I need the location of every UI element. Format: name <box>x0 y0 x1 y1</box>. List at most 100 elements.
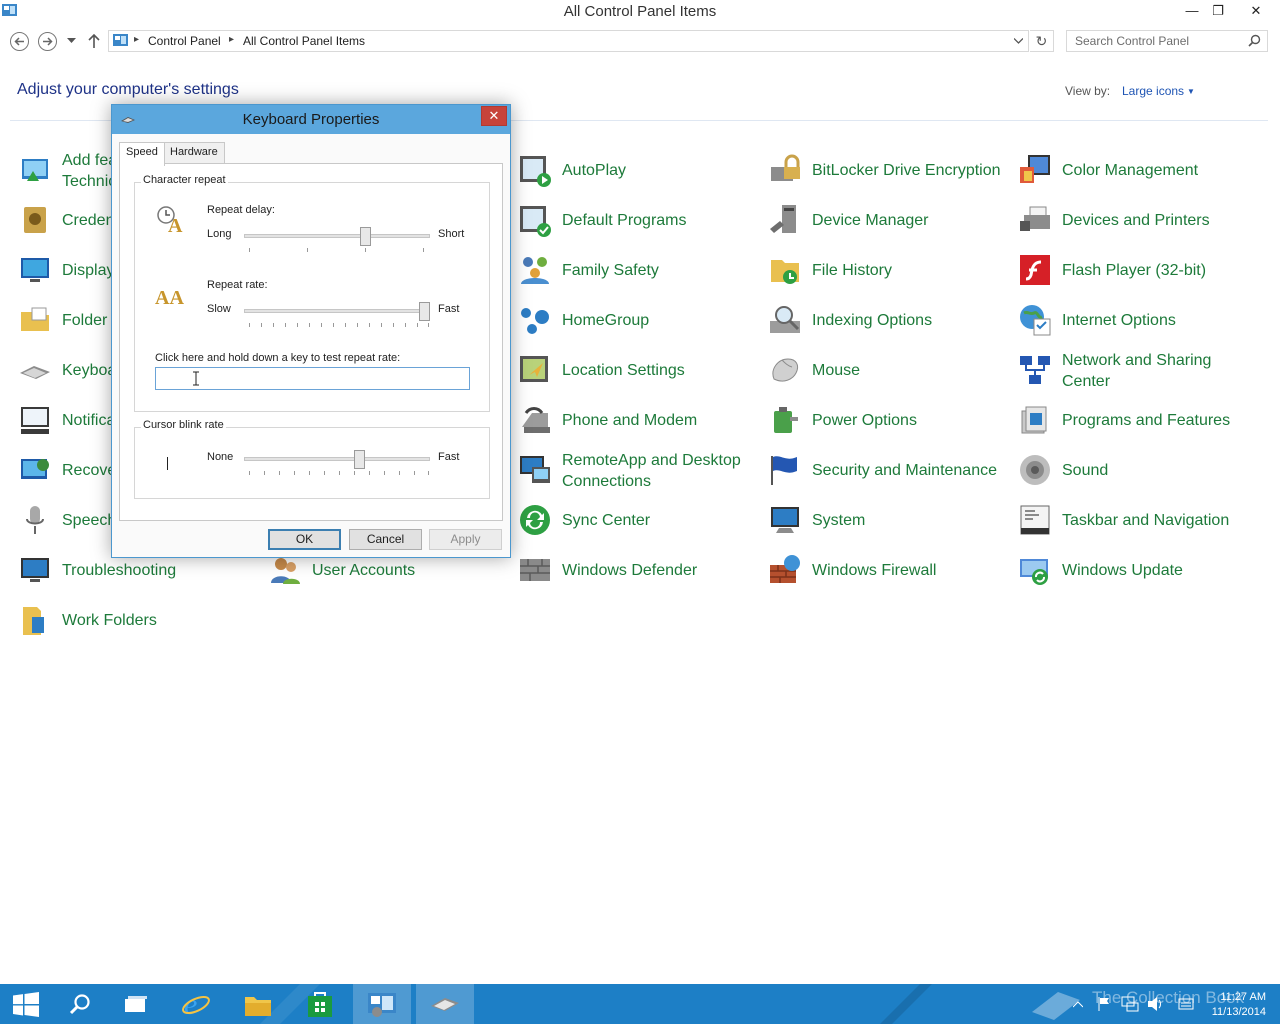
cp-item-label[interactable]: Color Management <box>1062 160 1198 181</box>
cp-item-device-manager[interactable]: Device Manager <box>768 197 1013 243</box>
cp-item-color-management[interactable]: Color Management <box>1018 147 1263 193</box>
search-taskbar-button[interactable] <box>50 984 108 1024</box>
breadcrumb-separator-icon[interactable]: ▸ <box>229 34 234 45</box>
blink-rate-slider-track[interactable] <box>244 457 430 461</box>
cp-item-windows-update[interactable]: Windows Update <box>1018 547 1263 593</box>
store-button[interactable] <box>290 984 348 1024</box>
network-icon[interactable] <box>1121 996 1139 1012</box>
view-mode-value[interactable]: Large icons <box>1122 84 1184 98</box>
tab-label[interactable]: Hardware <box>170 146 218 158</box>
repeat-delay-slider-track[interactable] <box>244 234 430 238</box>
cp-item-label[interactable]: System <box>812 510 865 531</box>
cp-item-label[interactable]: Troubleshooting <box>62 560 176 581</box>
forward-button[interactable] <box>38 32 57 51</box>
cp-item-indexing-options[interactable]: Indexing Options <box>768 297 1013 343</box>
tab-hardware[interactable]: Hardware <box>163 142 225 164</box>
keyboard-properties-taskbar-button[interactable] <box>416 984 474 1024</box>
cp-item-label[interactable]: Keyboa <box>62 360 116 381</box>
chevron-down-icon[interactable]: ▼ <box>1187 87 1195 96</box>
cp-item-network-sharing[interactable]: Network and Sharing Center <box>1018 347 1263 393</box>
cp-item-windows-defender[interactable]: Windows Defender <box>518 547 763 593</box>
ok-button[interactable]: OK <box>268 529 341 550</box>
refresh-button[interactable]: ↻ <box>1030 30 1054 52</box>
cp-item-label[interactable]: Network and Sharing Center <box>1062 350 1252 392</box>
cp-item-label[interactable]: File History <box>812 260 892 281</box>
show-hidden-icons-chevron-icon[interactable] <box>1073 1001 1083 1008</box>
cp-item-label[interactable]: Programs and Features <box>1062 410 1230 431</box>
clock[interactable]: 11:27 AM 11/13/2014 <box>1212 990 1266 1020</box>
cp-item-label[interactable]: AutoPlay <box>562 160 626 181</box>
cp-item-label[interactable]: Family Safety <box>562 260 659 281</box>
back-button[interactable] <box>10 32 29 51</box>
address-dropdown-chevron-icon[interactable] <box>1014 38 1023 44</box>
cp-item-label[interactable]: Work Folders <box>62 610 157 631</box>
cp-item-label[interactable]: Internet Options <box>1062 310 1176 331</box>
cp-item-label[interactable]: Windows Update <box>1062 560 1183 581</box>
repeat-test-input[interactable] <box>155 367 470 390</box>
cancel-button[interactable]: Cancel <box>349 529 422 550</box>
breadcrumb-control-panel[interactable]: Control Panel <box>148 34 221 48</box>
cp-item-label[interactable]: Location Settings <box>562 360 685 381</box>
cp-item-label[interactable]: Display <box>62 260 114 281</box>
cp-item-taskbar-navigation[interactable]: Taskbar and Navigation <box>1018 497 1263 543</box>
view-mode-dropdown[interactable]: Large icons ▼ <box>1122 84 1195 98</box>
cp-item-label[interactable]: Sync Center <box>562 510 650 531</box>
cp-item-label[interactable]: HomeGroup <box>562 310 649 331</box>
clock-date[interactable]: 11/13/2014 <box>1212 1005 1266 1020</box>
cp-item-label[interactable]: Windows Firewall <box>812 560 936 581</box>
cp-item-location-settings[interactable]: Location Settings <box>518 347 763 393</box>
repeat-rate-slider-track[interactable] <box>244 309 430 313</box>
cp-item-devices-printers[interactable]: Devices and Printers <box>1018 197 1263 243</box>
cp-item-label[interactable]: Phone and Modem <box>562 410 697 431</box>
cp-item-label[interactable]: Device Manager <box>812 210 929 231</box>
keyboard-language-icon[interactable] <box>1178 997 1194 1011</box>
file-explorer-button[interactable] <box>228 984 286 1024</box>
cp-item-label[interactable]: Sound <box>1062 460 1108 481</box>
up-arrow-icon[interactable] <box>88 33 100 49</box>
cp-item-programs-features[interactable]: Programs and Features <box>1018 397 1263 443</box>
cp-item-phone-modem[interactable]: Phone and Modem <box>518 397 763 443</box>
cp-item-remoteapp[interactable]: RemoteApp and Desktop Connections <box>518 447 763 493</box>
volume-icon[interactable] <box>1147 996 1163 1012</box>
cp-item-default-programs[interactable]: Default Programs <box>518 197 763 243</box>
search-icon[interactable] <box>1248 34 1261 47</box>
control-panel-taskbar-button[interactable] <box>353 984 411 1024</box>
cp-item-family-safety[interactable]: Family Safety <box>518 247 763 293</box>
cp-item-label[interactable]: User Accounts <box>312 560 415 581</box>
cp-item-label[interactable]: Recove <box>62 460 116 481</box>
breadcrumb-separator-icon[interactable]: ▸ <box>134 34 139 45</box>
cp-item-label[interactable]: RemoteApp and Desktop Connections <box>562 450 762 492</box>
cp-item-flash-player[interactable]: Flash Player (32-bit) <box>1018 247 1263 293</box>
restore-button[interactable]: ❐ <box>1203 0 1233 22</box>
action-center-flag-icon[interactable] <box>1097 996 1111 1012</box>
cp-item-label[interactable]: Power Options <box>812 410 917 431</box>
apply-button[interactable]: Apply <box>429 529 502 550</box>
cp-item-work-folders[interactable]: Work Folders <box>18 597 263 643</box>
cp-item-label[interactable]: Flash Player (32-bit) <box>1062 260 1206 281</box>
search-box[interactable] <box>1066 30 1268 52</box>
repeat-delay-slider-thumb[interactable] <box>359 227 371 246</box>
recent-locations-chevron-icon[interactable] <box>67 38 76 44</box>
address-bar[interactable]: ▸ Control Panel ▸ All Control Panel Item… <box>108 30 1029 52</box>
cp-item-label[interactable]: Security and Maintenance <box>812 460 997 481</box>
cp-item-label[interactable]: Taskbar and Navigation <box>1062 510 1229 531</box>
internet-explorer-button[interactable]: e <box>167 984 225 1024</box>
tab-speed[interactable]: Speed <box>119 142 165 166</box>
blink-rate-slider-thumb[interactable] <box>354 450 366 469</box>
cp-item-label[interactable]: Notifica <box>62 410 115 431</box>
cp-item-security-maintenance[interactable]: Security and Maintenance <box>768 447 1013 493</box>
cp-item-sound[interactable]: Sound <box>1018 447 1263 493</box>
cp-item-windows-firewall[interactable]: Windows Firewall <box>768 547 1013 593</box>
cp-item-sync-center[interactable]: Sync Center <box>518 497 763 543</box>
repeat-rate-slider-thumb[interactable] <box>419 302 430 321</box>
cp-item-label[interactable]: Folder <box>62 310 107 331</box>
close-button[interactable]: ✕ <box>1239 0 1273 22</box>
task-view-button[interactable] <box>107 984 165 1024</box>
cp-item-power-options[interactable]: Power Options <box>768 397 1013 443</box>
cp-item-bitlocker[interactable]: BitLocker Drive Encryption <box>768 147 1013 193</box>
cp-item-label[interactable]: Speech <box>62 510 116 531</box>
cp-item-mouse[interactable]: Mouse <box>768 347 1013 393</box>
cp-item-homegroup[interactable]: HomeGroup <box>518 297 763 343</box>
search-input[interactable] <box>1073 33 1243 49</box>
tab-label[interactable]: Speed <box>126 146 158 158</box>
